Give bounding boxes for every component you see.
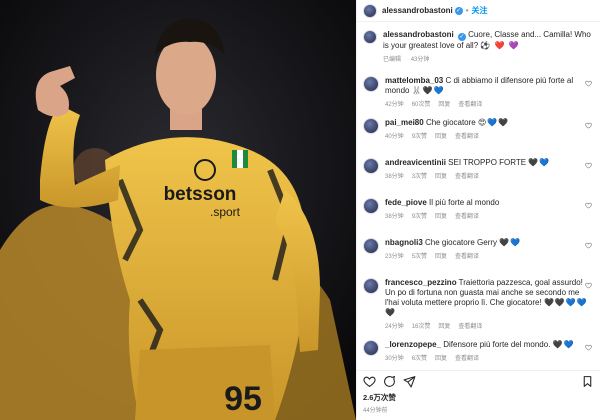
author-avatar[interactable] <box>363 3 377 18</box>
caption-edited-label: 已编辑 <box>383 57 402 63</box>
comment-time: 42分钟 <box>385 102 404 108</box>
comment-text: Il più forte al mondo <box>429 198 500 207</box>
commenter-avatar[interactable] <box>363 198 379 214</box>
comment-emoji: 🐰🖤💙 <box>411 86 445 95</box>
comment-like-heart-icon[interactable] <box>585 122 592 129</box>
comment-like-heart-icon[interactable] <box>585 282 592 289</box>
translate-button[interactable]: 查看翻译 <box>458 102 482 108</box>
caption-emoji: ⚽ ❤️ 💜 <box>480 41 520 50</box>
post-details-panel: alessandrobastoni ✓ • 关注 alessandrobasto… <box>356 0 600 420</box>
comment-like-heart-icon[interactable] <box>585 162 592 169</box>
commenter-username[interactable]: francesco_pezzino <box>385 278 457 287</box>
comment-text: Che giocatore Gerry <box>425 238 498 247</box>
comment-likes[interactable]: 6次赞 <box>412 356 427 362</box>
commenter-username[interactable]: nbagnoli3 <box>385 238 423 247</box>
reply-button[interactable]: 回复 <box>435 174 447 180</box>
post-age: 44分钟前 <box>363 408 388 414</box>
translate-button[interactable]: 查看翻译 <box>455 356 479 362</box>
comment-text: Che giocatore <box>425 118 476 127</box>
comment-likes[interactable]: 9次赞 <box>412 134 427 140</box>
comment-text: Difensore più forte del mondo. <box>443 340 551 349</box>
comment-likes[interactable]: 5次赞 <box>412 254 427 260</box>
likes-count[interactable]: 2.6万次赞 <box>357 392 600 403</box>
author-username[interactable]: alessandrobastoni <box>382 6 453 15</box>
comment-likes[interactable]: 60次赞 <box>412 102 431 108</box>
comment-like-heart-icon[interactable] <box>585 344 592 351</box>
commenter-avatar[interactable] <box>363 158 379 174</box>
commenter-username[interactable]: mattelomba_03 <box>385 76 443 85</box>
comment-time: 38分钟 <box>385 214 404 220</box>
follow-button[interactable]: 关注 <box>472 5 488 16</box>
reply-button[interactable]: 回复 <box>435 356 447 362</box>
comment-time: 40分钟 <box>385 134 404 140</box>
comment-emoji: 🖤💙 <box>528 158 551 167</box>
comments-scroll-area[interactable]: alessandrobastoni ✓ Cuore, Classe and...… <box>357 22 600 370</box>
reply-button[interactable]: 回复 <box>435 214 447 220</box>
post-header: alessandrobastoni ✓ • 关注 <box>357 0 600 22</box>
translate-button[interactable]: 查看翻译 <box>455 254 479 260</box>
comment-time: 30分钟 <box>385 356 404 362</box>
translate-button[interactable]: 查看翻译 <box>455 174 479 180</box>
comment-time: 38分钟 <box>385 174 404 180</box>
comment-time: 23分钟 <box>385 254 404 260</box>
commenter-username[interactable]: fede_piove <box>385 198 427 207</box>
comment-likes[interactable]: 9次赞 <box>412 214 427 220</box>
reply-button[interactable]: 回复 <box>438 102 450 108</box>
commenter-username[interactable]: _lorenzopepe_ <box>385 340 441 349</box>
comment-row: francesco_pezzino Traiettoria pazzesca, … <box>363 273 594 335</box>
post-photo[interactable]: betsson .sport 95 <box>0 0 356 420</box>
comment-like-heart-icon[interactable] <box>585 242 592 249</box>
jersey-sponsor-sub: .sport <box>210 205 241 219</box>
commenter-avatar[interactable] <box>363 238 379 254</box>
comment-like-heart-icon[interactable] <box>585 80 592 87</box>
comments-list: mattelomba_03 C di abbiamo il difensore … <box>363 71 594 370</box>
heart-icon[interactable] <box>363 375 376 388</box>
action-bar <box>357 370 600 392</box>
comment-row: mattelomba_03 C di abbiamo il difensore … <box>363 71 594 113</box>
commenter-avatar[interactable] <box>363 340 379 356</box>
caption-username[interactable]: alessandrobastoni <box>383 30 454 39</box>
commenter-avatar[interactable] <box>363 76 379 92</box>
caption-avatar[interactable] <box>363 30 377 44</box>
verified-icon: ✓ <box>454 6 463 15</box>
comment-likes[interactable]: 16次赞 <box>412 324 431 330</box>
translate-button[interactable]: 查看翻译 <box>458 324 482 330</box>
comment-row: pai_mei80 Che giocatore 😍💙🖤 40分钟 9次赞 回复 查看翻译 <box>363 113 594 153</box>
separator-dot: • <box>465 6 469 15</box>
jersey-sponsor: betsson <box>164 184 237 205</box>
comment-time: 24分钟 <box>385 324 404 330</box>
reply-button[interactable]: 回复 <box>438 324 450 330</box>
caption-time: 43分钟 <box>410 57 430 63</box>
translate-button[interactable]: 查看翻译 <box>455 214 479 220</box>
reply-button[interactable]: 回复 <box>435 254 447 260</box>
comment-row: andreavicentinii SEI TROPPO FORTE 🖤💙 38分钟… <box>363 153 594 193</box>
commenter-username[interactable]: pai_mei80 <box>385 118 424 127</box>
comment-icon[interactable] <box>383 375 396 388</box>
comment-row: _lorenzopepe_ Difensore più forte del mo… <box>363 335 594 370</box>
bookmark-icon[interactable] <box>581 375 594 388</box>
player-photo-illustration: betsson .sport 95 <box>0 0 356 420</box>
comment-text: SEI TROPPO FORTE <box>448 158 527 167</box>
comment-like-heart-icon[interactable] <box>585 202 592 209</box>
comment-row: fede_piove Il più forte al mondo 38分钟 9次赞… <box>363 193 594 233</box>
commenter-username[interactable]: andreavicentinii <box>385 158 446 167</box>
comment-emoji: 🖤💙 <box>499 238 522 247</box>
comment-row: nbagnoli3 Che giocatore Gerry 🖤💙 23分钟 5次赞 回… <box>363 233 594 273</box>
comment-emoji: 😍💙🖤 <box>477 118 510 127</box>
reply-button[interactable]: 回复 <box>435 134 447 140</box>
shorts-number: 95 <box>224 380 262 418</box>
share-icon[interactable] <box>403 375 416 388</box>
comment-likes[interactable]: 3次赞 <box>412 174 427 180</box>
commenter-avatar[interactable] <box>363 278 379 294</box>
translate-button[interactable]: 查看翻译 <box>455 134 479 140</box>
commenter-avatar[interactable] <box>363 118 379 134</box>
post-caption: alessandrobastoni ✓ Cuore, Classe and...… <box>363 22 594 71</box>
comment-emoji: 🖤💙 <box>552 340 575 349</box>
verified-icon: ✓ <box>457 33 466 41</box>
